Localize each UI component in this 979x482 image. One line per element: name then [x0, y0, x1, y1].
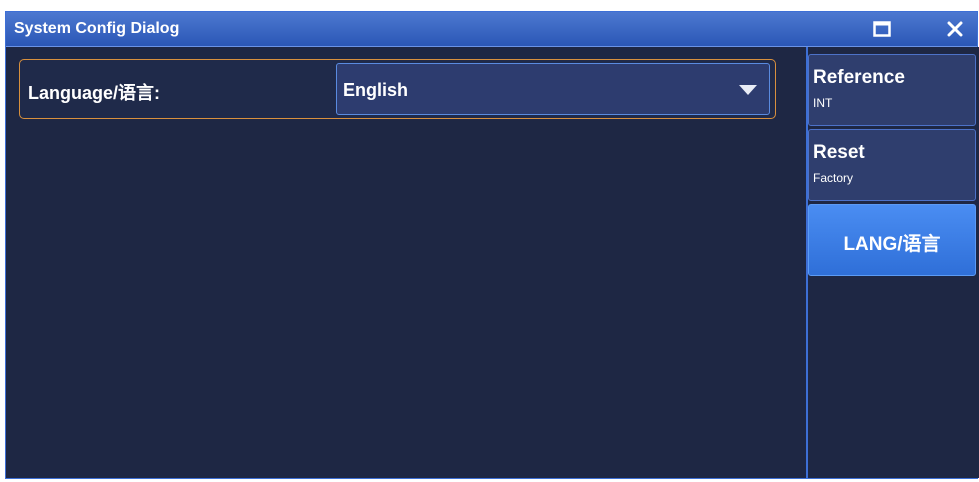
close-icon: [947, 21, 963, 37]
reference-label: Reference: [813, 67, 905, 88]
close-button[interactable]: [941, 16, 969, 42]
maximize-icon: [873, 21, 891, 37]
side-menu: Reference INT Reset Factory LANG/语言: [808, 47, 979, 478]
system-config-dialog: System Config Dialog Language/语言: Englis…: [5, 11, 979, 479]
lang-button[interactable]: LANG/语言: [808, 204, 976, 276]
reset-label: Reset: [813, 142, 865, 163]
language-label: Language/语言:: [28, 83, 161, 103]
language-selected-value: English: [343, 80, 409, 100]
title-bar: System Config Dialog: [6, 12, 977, 47]
maximize-button[interactable]: [868, 16, 896, 42]
reset-button[interactable]: Reset Factory: [808, 129, 976, 201]
lang-label: LANG/语言: [843, 234, 941, 255]
settings-content: Language/语言: English: [6, 47, 807, 478]
reference-button[interactable]: Reference INT: [808, 54, 976, 126]
language-dropdown[interactable]: English: [336, 63, 770, 115]
reset-sublabel: Factory: [813, 171, 854, 185]
language-setting-row: Language/语言: English: [19, 59, 776, 119]
chevron-down-icon: [739, 85, 757, 95]
reference-sublabel: INT: [813, 96, 833, 110]
window-title: System Config Dialog: [14, 20, 180, 37]
